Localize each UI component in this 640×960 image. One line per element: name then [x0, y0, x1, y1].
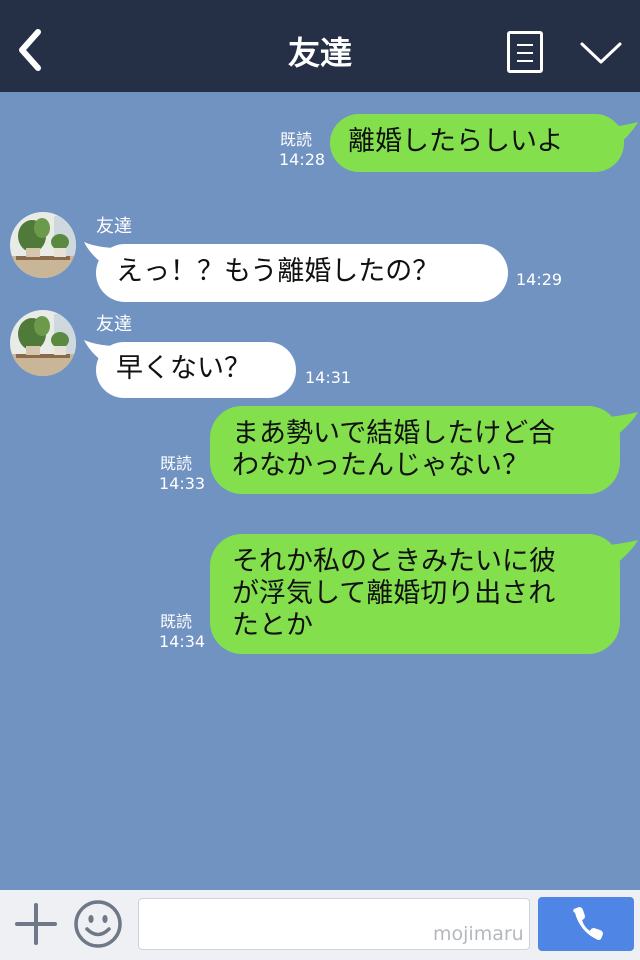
- chevron-down-icon: [580, 42, 622, 64]
- add-button[interactable]: [14, 901, 58, 947]
- message-bubble-outgoing[interactable]: それか私のときみたいに彼 が浮気して離婚切り出され たとか: [210, 534, 620, 654]
- plant-avatar-image: [10, 212, 76, 278]
- read-status: 既読: [160, 612, 193, 631]
- avatar[interactable]: [10, 212, 76, 278]
- chevron-left-icon: [19, 29, 41, 71]
- message-bubble-outgoing[interactable]: まあ勢いで結婚したけど合 わなかったんじゃない？: [210, 406, 620, 494]
- phone-icon: [573, 907, 603, 940]
- message-text: 早くない？: [116, 353, 251, 384]
- message-text-line: それか私のときみたいに彼: [232, 546, 556, 577]
- message-time: 14:34: [159, 632, 206, 651]
- message-time: 14:29: [516, 270, 563, 289]
- bubble-tail: [600, 412, 638, 442]
- message-time: 14:28: [279, 150, 326, 169]
- back-button[interactable]: [10, 26, 50, 74]
- more-button[interactable]: [578, 36, 624, 72]
- message-bubble-incoming[interactable]: 早くない？: [96, 342, 296, 398]
- chat-header: [0, 0, 640, 92]
- message-text-line: が浮気して離婚切り出され: [232, 578, 556, 609]
- message-text: 離婚したらしいよ: [348, 126, 564, 157]
- read-status: 既読: [280, 130, 313, 149]
- avatar[interactable]: [10, 310, 76, 376]
- message-text: えっ！？もう離婚したの？: [116, 256, 440, 287]
- message-time: 14:31: [305, 368, 352, 387]
- message-time: 14:33: [159, 474, 206, 493]
- list-icon-line-1: [517, 44, 533, 46]
- message-text-line: わなかったんじゃない？: [232, 450, 529, 481]
- bubble-tail: [604, 122, 638, 150]
- plus-icon: [15, 903, 57, 945]
- message-text-line: まあ勢いで結婚したけど合: [232, 418, 556, 449]
- plant-avatar-image: [10, 310, 76, 376]
- read-status: 既読: [160, 454, 193, 473]
- call-button[interactable]: [538, 897, 634, 951]
- message-bubble-incoming[interactable]: えっ！？もう離婚したの？: [96, 244, 508, 302]
- emoji-button[interactable]: [72, 898, 124, 950]
- chat-area[interactable]: 既読 14:28 離婚したらしいよ 友達 えっ！？もう離婚したの？ 14:29: [0, 92, 640, 890]
- bubble-tail: [600, 540, 638, 570]
- list-icon-line-3: [517, 60, 533, 62]
- sender-name: 友達: [96, 314, 132, 335]
- message-text-line: たとか: [232, 610, 313, 641]
- message-bubble-outgoing[interactable]: 離婚したらしいよ: [330, 114, 624, 172]
- list-icon-line-2: [517, 52, 533, 54]
- menu-button[interactable]: [507, 31, 543, 73]
- sender-name: 友達: [96, 216, 132, 237]
- watermark: mojimaru: [433, 923, 524, 945]
- smiley-icon: [74, 900, 122, 948]
